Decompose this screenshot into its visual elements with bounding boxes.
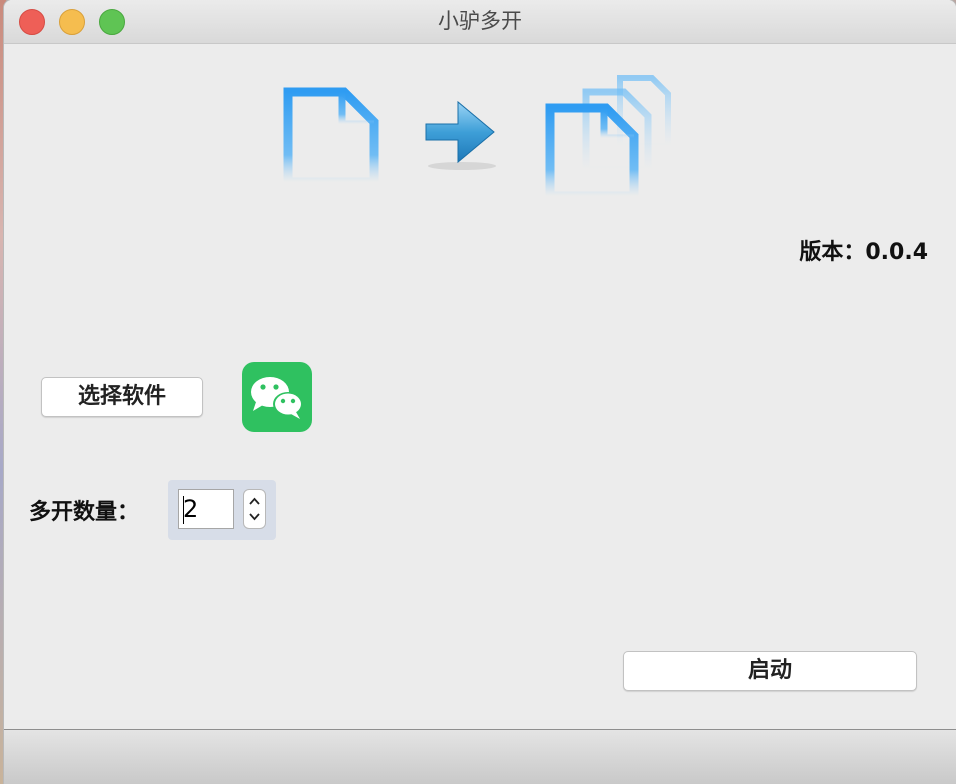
select-software-button[interactable]: 选择软件 [41,377,203,417]
single-document-icon [283,87,379,187]
wechat-icon [242,362,312,432]
instance-count-spinbox: 2 [168,480,276,540]
instance-count-input[interactable]: 2 [178,489,234,529]
start-button[interactable]: 启动 [623,651,917,691]
title-bar[interactable]: 小驴多开 [4,0,956,44]
stepper-arrows[interactable] [243,489,266,529]
multiple-documents-icon [545,75,671,200]
version-label: 版本：0.0.4 [799,240,928,265]
arrow-right-icon [425,100,496,170]
text-caret [183,496,184,524]
instance-count-value: 2 [183,495,199,523]
app-window: 小驴多开 版本：0.0.4 选择软件 多开数量： 2 启动 [4,0,956,784]
status-bar [4,730,956,784]
chevron-up-icon [249,497,260,505]
window-title: 小驴多开 [438,9,522,33]
hero-illustration [283,75,671,200]
chevron-down-icon [249,513,260,521]
instance-count-label: 多开数量： [29,500,140,525]
